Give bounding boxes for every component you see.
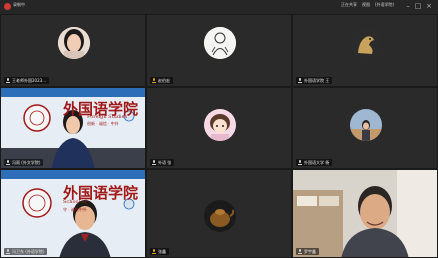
- banner-subtitle-cn: 创新 · 诚信 · 中外: [87, 121, 119, 126]
- maximize-icon[interactable]: □: [414, 2, 422, 10]
- participant-tile[interactable]: 外国语大学 杨: [292, 87, 438, 169]
- participant-name: 冯雨 (外文学院): [4, 159, 44, 166]
- participant-avatar: [58, 27, 90, 59]
- banner-subtitle-en: Foreign Studies: [87, 114, 128, 120]
- participant-avatar: [350, 109, 382, 141]
- participant-name: 赵伯宏: [150, 77, 173, 84]
- video-feed: [293, 170, 437, 257]
- participant-name: 外国语学院 王: [296, 77, 333, 84]
- title-bar: 录制中 正在共享 视图 (外语学院) – □ ×: [0, 0, 438, 15]
- participant-name: 罗宇鑫: [296, 248, 319, 255]
- participant-avatar: [204, 109, 236, 141]
- mic-icon: [298, 249, 302, 254]
- participant-video-tile[interactable]: 外国语学院 School of 守 · 诚信中外 冯卫东 (外语学院): [0, 169, 146, 258]
- participant-name: 外语 张: [150, 159, 175, 166]
- participant-tile[interactable]: 王老师外国2023…: [0, 14, 146, 87]
- mic-icon: [298, 160, 302, 165]
- participant-avatar: [204, 200, 236, 232]
- close-icon[interactable]: ×: [425, 2, 433, 10]
- participant-video-tile[interactable]: 罗宇鑫: [292, 169, 438, 258]
- participant-avatar: [350, 27, 382, 59]
- recording-label: 录制中: [13, 2, 25, 7]
- mic-icon: [298, 78, 302, 83]
- mic-icon: [6, 249, 10, 254]
- participant-tile[interactable]: 赵伯宏: [146, 14, 292, 87]
- video-grid: 王老师外国2023… 赵伯宏 外国语学院 王 外国语学院 Foreign Stu…: [0, 14, 438, 258]
- participant-tile[interactable]: 外国语学院 王: [292, 14, 438, 87]
- participant-video-tile[interactable]: 外国语学院 Foreign Studies 创新 · 诚信 · 中外 冯雨 (外…: [0, 87, 146, 169]
- view-menu[interactable]: 视图: [362, 2, 370, 8]
- participant-name: 外国语大学 杨: [296, 159, 333, 166]
- host-label: (外语学院): [375, 2, 395, 7]
- mic-icon: [6, 78, 10, 83]
- mic-icon: [152, 78, 156, 83]
- participant-name: 冯卫东 (外语学院): [4, 248, 48, 255]
- participant-name: 王老师外国2023…: [4, 77, 50, 84]
- minimize-icon[interactable]: –: [404, 2, 412, 10]
- participant-tile[interactable]: 外语 张: [146, 87, 292, 169]
- mic-icon: [6, 160, 10, 165]
- participant-tile[interactable]: 张鑫: [146, 169, 292, 258]
- mic-icon: [152, 249, 156, 254]
- banner-subtitle-cn: 守 · 诚信中外: [63, 207, 87, 212]
- participant-name: 张鑫: [150, 248, 169, 255]
- recording-indicator-icon: [4, 3, 11, 10]
- sharing-status[interactable]: 正在共享: [341, 2, 357, 8]
- mic-icon: [152, 160, 156, 165]
- banner-subtitle-en: School of: [63, 199, 87, 205]
- participant-avatar: [204, 27, 236, 59]
